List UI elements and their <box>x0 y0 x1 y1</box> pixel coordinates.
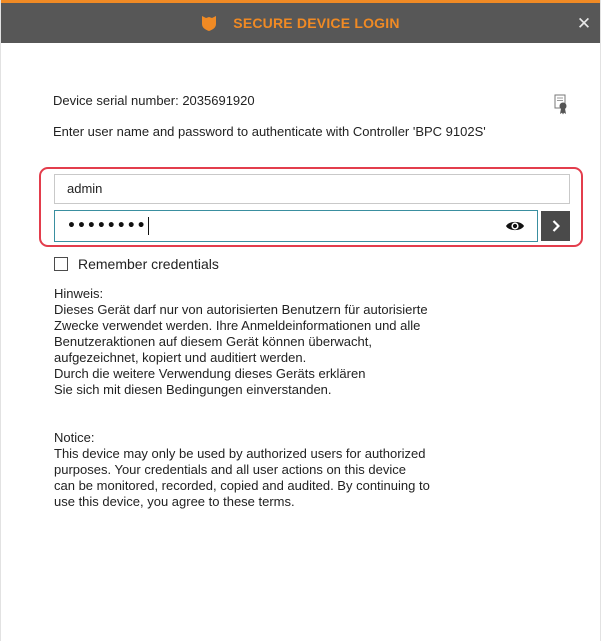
notice-german-line: aufgezeichnet, kopiert und auditiert wer… <box>54 350 307 365</box>
login-window: SECURE DEVICE LOGIN ✕ Device serial numb… <box>0 0 601 641</box>
notice-german-heading: Hinweis: <box>54 286 104 301</box>
notice-german-line: Sie sich mit diesen Bedingungen einverst… <box>54 382 332 397</box>
notice-english-line: This device may only be used by authoriz… <box>54 446 426 461</box>
close-icon: ✕ <box>576 14 592 33</box>
remember-label: Remember credentials <box>78 256 219 272</box>
certificate-icon[interactable] <box>554 94 568 116</box>
shield-logo-icon <box>202 16 217 31</box>
title-group: SECURE DEVICE LOGIN <box>201 15 399 31</box>
notice-english: Notice: This device may only be used by … <box>54 430 534 510</box>
remember-credentials[interactable]: Remember credentials <box>54 256 219 272</box>
notice-english-heading: Notice: <box>54 430 95 445</box>
username-input[interactable]: admin <box>54 174 570 204</box>
remember-checkbox[interactable] <box>54 257 68 271</box>
notice-german: Hinweis: Dieses Gerät darf nur von autor… <box>54 286 534 398</box>
chevron-right-icon <box>552 220 560 232</box>
eye-icon[interactable] <box>505 219 525 233</box>
notice-german-line: Benutzeraktionen auf diesem Gerät können… <box>54 334 372 349</box>
auth-prompt: Enter user name and password to authenti… <box>53 124 486 139</box>
close-button[interactable]: ✕ <box>574 14 594 34</box>
notice-english-line: purposes. Your credentials and all user … <box>54 462 406 477</box>
notice-german-line: Dieses Gerät darf nur von autorisierten … <box>54 302 428 317</box>
password-input[interactable]: •••••••• <box>54 210 538 242</box>
text-caret <box>147 217 149 235</box>
title-bar: SECURE DEVICE LOGIN ✕ <box>1 3 600 43</box>
submit-login-button[interactable] <box>541 211 570 241</box>
notice-english-line: can be monitored, recorded, copied and a… <box>54 478 430 493</box>
notice-english-line: use this device, you agree to these term… <box>54 494 295 509</box>
notice-german-line: Durch die weitere Verwendung dieses Gerä… <box>54 366 366 381</box>
notice-german-line: Zwecke verwendet werden. Ihre Anmeldeinf… <box>54 318 421 333</box>
device-serial-number: Device serial number: 2035691920 <box>53 93 255 108</box>
window-title: SECURE DEVICE LOGIN <box>233 15 400 31</box>
password-value: •••••••• <box>67 218 147 234</box>
